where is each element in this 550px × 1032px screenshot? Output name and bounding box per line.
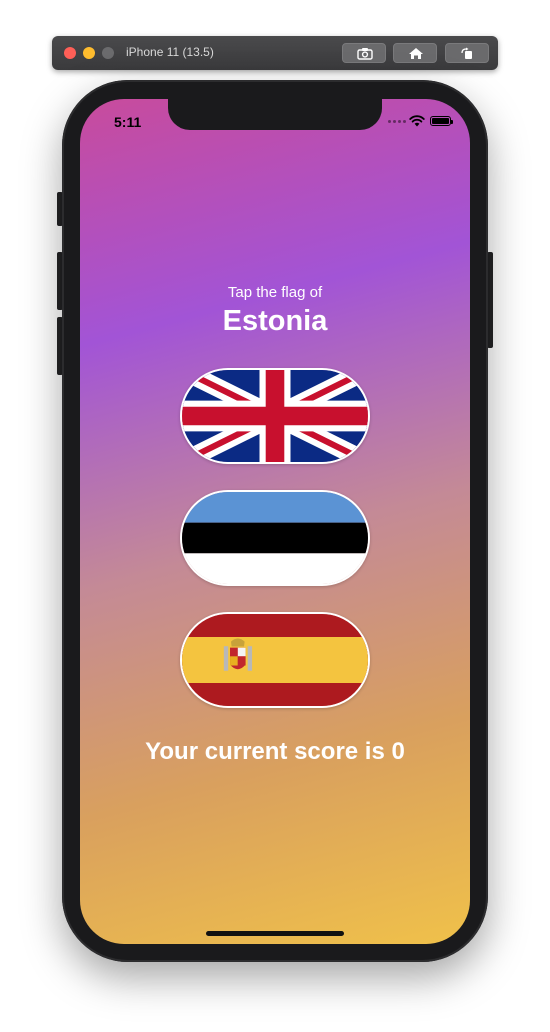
notch — [168, 99, 382, 130]
battery-icon — [430, 116, 453, 126]
spain-flag-icon — [182, 614, 368, 706]
home-indicator[interactable] — [206, 931, 344, 936]
close-window-button[interactable] — [64, 47, 76, 59]
status-icons — [388, 115, 460, 129]
target-country-title: Estonia — [222, 305, 328, 337]
uk-flag-icon — [182, 370, 368, 462]
simulator-title: iPhone 11 (13.5) — [126, 45, 214, 59]
flag-button-united-kingdom[interactable] — [180, 368, 370, 464]
home-button[interactable] — [393, 43, 437, 63]
rotate-button[interactable] — [445, 43, 489, 63]
status-time: 5:11 — [114, 114, 142, 130]
screenshot-icon — [357, 48, 373, 60]
estonia-flag-icon — [182, 492, 368, 584]
minimize-window-button[interactable] — [83, 47, 95, 59]
score-label: Your current score is 0 — [145, 738, 405, 765]
cellular-icon — [388, 120, 406, 123]
simulator-window: iPhone 11 (13.5) 5:11 Tap the flag of Es… — [0, 0, 550, 1032]
simulator-title-bar: iPhone 11 (13.5) — [52, 36, 498, 70]
screenshot-button[interactable] — [342, 43, 386, 63]
flag-button-estonia[interactable] — [180, 490, 370, 586]
flag-button-spain[interactable] — [180, 612, 370, 708]
app-screen: 5:11 Tap the flag of Estonia Your curren… — [80, 99, 470, 944]
prompt-label: Tap the flag of — [227, 284, 323, 301]
home-icon — [409, 48, 423, 59]
zoom-window-button[interactable] — [102, 47, 114, 59]
wifi-icon — [409, 115, 425, 127]
rotate-icon — [461, 47, 472, 59]
